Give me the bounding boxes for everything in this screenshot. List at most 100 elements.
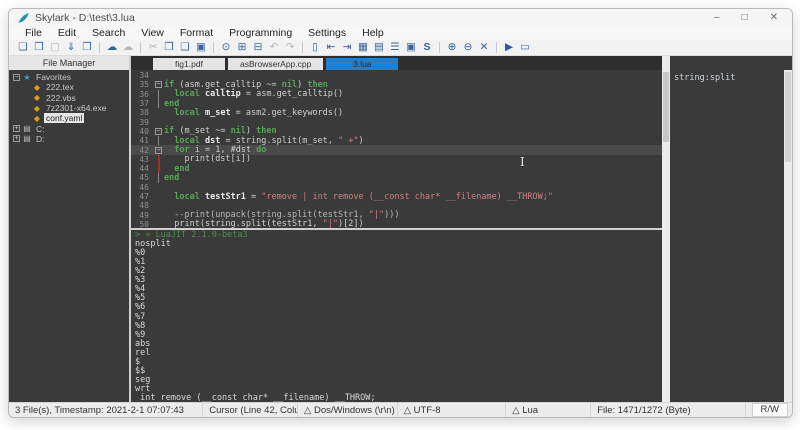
readwrite-badge[interactable]: R/W	[752, 403, 788, 417]
fold-margin[interactable]	[153, 117, 164, 126]
fold-guide	[158, 99, 159, 108]
fold-margin[interactable]	[153, 108, 164, 117]
code-line-43[interactable]: 43 print(dst[i])	[131, 155, 662, 164]
tree-expander-icon[interactable]: +	[13, 135, 20, 142]
fold-collapse-icon[interactable]: −	[155, 128, 162, 135]
menu-help[interactable]: Help	[354, 27, 392, 40]
find-next-icon[interactable]: ⊟	[250, 40, 266, 55]
code-line-42[interactable]: 42− for i = 1, #dst do	[131, 145, 662, 154]
tree-item-222-tex[interactable]: ◆222.tex	[9, 82, 129, 92]
code-editor[interactable]: I 3435−if (asm.get_calltip ~= nil) then3…	[131, 70, 662, 228]
status-cell-1: Cursor (Line 42, Column 21)	[203, 403, 298, 417]
code-line-41[interactable]: 41 local dst = string.split(m_set, " +")	[131, 136, 662, 145]
fold-margin[interactable]	[153, 155, 164, 164]
output-console[interactable]: > » LuaJIT 2.1.0-beta3nosplit%0%1%2%3%4%…	[131, 230, 662, 402]
find-prev-icon[interactable]: ⊞	[234, 40, 250, 55]
fold-margin[interactable]: −	[153, 80, 164, 89]
line-number: 47	[131, 192, 153, 201]
protect-file-icon[interactable]: ▣	[193, 40, 209, 55]
toolbar-separator	[99, 42, 100, 53]
prev-tab-icon[interactable]: ⇤	[323, 40, 339, 55]
symbol-panel-scrollbar[interactable]	[784, 70, 792, 402]
maximize-button[interactable]: □	[742, 9, 748, 27]
fold-margin[interactable]	[153, 71, 164, 80]
zoom-in-icon[interactable]: ⊕	[444, 40, 460, 55]
code-line-48[interactable]: 48	[131, 201, 662, 210]
code-line-40[interactable]: 40−if (m_set ~= nil) then	[131, 127, 662, 136]
zoom-reset-icon[interactable]: ✕	[476, 40, 492, 55]
menu-edit[interactable]: Edit	[50, 27, 84, 40]
fold-collapse-icon[interactable]: −	[155, 147, 162, 154]
tree-item-conf-yaml[interactable]: ◆conf.yaml	[9, 113, 129, 123]
function-grid-icon[interactable]: ▦	[355, 40, 371, 55]
wrap-lines-icon[interactable]: ☰	[387, 40, 403, 55]
fold-margin[interactable]	[153, 210, 164, 219]
code-line-50[interactable]: 50 print(string.split(testStr1, "|")[2])	[131, 220, 662, 228]
fold-margin[interactable]	[153, 183, 164, 192]
fold-margin[interactable]	[153, 90, 164, 99]
menu-view[interactable]: View	[133, 27, 172, 40]
code-line-46[interactable]: 46	[131, 183, 662, 192]
close-button[interactable]: ✕	[770, 9, 778, 27]
menu-format[interactable]: Format	[172, 27, 221, 40]
menu-settings[interactable]: Settings	[300, 27, 354, 40]
symbol-panel-scrollbar-thumb[interactable]	[785, 72, 791, 162]
tab-asbrowserapp.cpp[interactable]: asBrowserApp.cpp	[228, 58, 323, 70]
save-as-icon[interactable]: ❐	[79, 40, 95, 55]
code-line-38[interactable]: 38 local m_set = asm2.get_keywords()	[131, 108, 662, 117]
fold-margin[interactable]	[153, 136, 164, 145]
tab-3.lua[interactable]: 3.lua	[326, 58, 398, 70]
next-tab-icon[interactable]: ⇥	[339, 40, 355, 55]
minimize-button[interactable]: –	[714, 9, 720, 27]
console-line: $$	[135, 367, 662, 376]
save-file-icon[interactable]: ⇓	[63, 40, 79, 55]
code-line-45[interactable]: 45end	[131, 173, 662, 182]
fold-collapse-icon[interactable]: −	[155, 81, 162, 88]
tree-item-c-[interactable]: +▤C:	[9, 123, 129, 133]
tree-item-7z2301-x64-exe[interactable]: ◆7z2301-x64.exe	[9, 103, 129, 113]
tree-item-d-[interactable]: +▤D:	[9, 134, 129, 144]
fold-margin[interactable]	[153, 99, 164, 108]
console-icon[interactable]: ▭	[517, 40, 533, 55]
editor-scrollbar[interactable]	[662, 70, 670, 402]
fold-margin[interactable]	[153, 201, 164, 210]
title-bar: Skylark - D:\test\3.lua – □ ✕	[9, 9, 792, 27]
menu-search[interactable]: Search	[84, 27, 133, 40]
open-folder-icon[interactable]: ❒	[31, 40, 47, 55]
tree-expander-icon[interactable]: +	[13, 125, 20, 132]
fold-margin[interactable]	[153, 173, 164, 182]
export-doc-icon[interactable]: ▣	[403, 40, 419, 55]
fold-margin[interactable]	[153, 192, 164, 201]
code-line-44[interactable]: 44 end	[131, 164, 662, 173]
fold-margin[interactable]: −	[153, 127, 164, 136]
syntax-style-icon[interactable]: S	[419, 40, 435, 55]
code-line-36[interactable]: 36 local calltip = asm.get_calltip()	[131, 90, 662, 99]
code-text: local calltip = asm.get_calltip()	[164, 89, 343, 99]
code-line-34[interactable]: 34	[131, 71, 662, 80]
print-icon[interactable]: ▤	[371, 40, 387, 55]
bookmark-icon[interactable]: ▯	[307, 40, 323, 55]
zoom-out-icon[interactable]: ⊖	[460, 40, 476, 55]
code-line-47[interactable]: 47 local testStr1 = "remove | int remove…	[131, 192, 662, 201]
search-icon[interactable]: ⊙	[218, 40, 234, 55]
tree-item-222-vbs[interactable]: ◆222.vbs	[9, 93, 129, 103]
tree-expander-icon[interactable]: −	[13, 74, 20, 81]
fold-margin[interactable]: −	[153, 145, 164, 154]
cloud-upload-icon[interactable]: ☁	[104, 40, 120, 55]
editor-scrollbar-thumb[interactable]	[663, 72, 669, 142]
paste-icon[interactable]: ❑	[177, 40, 193, 55]
symbol-list-item[interactable]: string:split	[674, 73, 735, 83]
tree-item-favorites[interactable]: −★Favorites	[9, 72, 129, 82]
file-manager-panel-tab[interactable]: File Manager	[9, 56, 131, 70]
fold-margin[interactable]	[153, 220, 164, 228]
run-script-icon[interactable]: ▶	[501, 40, 517, 55]
code-line-49[interactable]: 49 --print(unpack(string.split(testStr1,…	[131, 210, 662, 219]
menu-programming[interactable]: Programming	[221, 27, 300, 40]
copy-icon[interactable]: ❐	[161, 40, 177, 55]
code-segment: "remove | int remove (__const char* __fi…	[261, 192, 553, 202]
fold-margin[interactable]	[153, 164, 164, 173]
code-line-37[interactable]: 37end	[131, 99, 662, 108]
new-file-icon[interactable]: ❏	[15, 40, 31, 55]
menu-file[interactable]: File	[17, 27, 50, 40]
tab-fig1.pdf[interactable]: fig1.pdf	[153, 58, 225, 70]
